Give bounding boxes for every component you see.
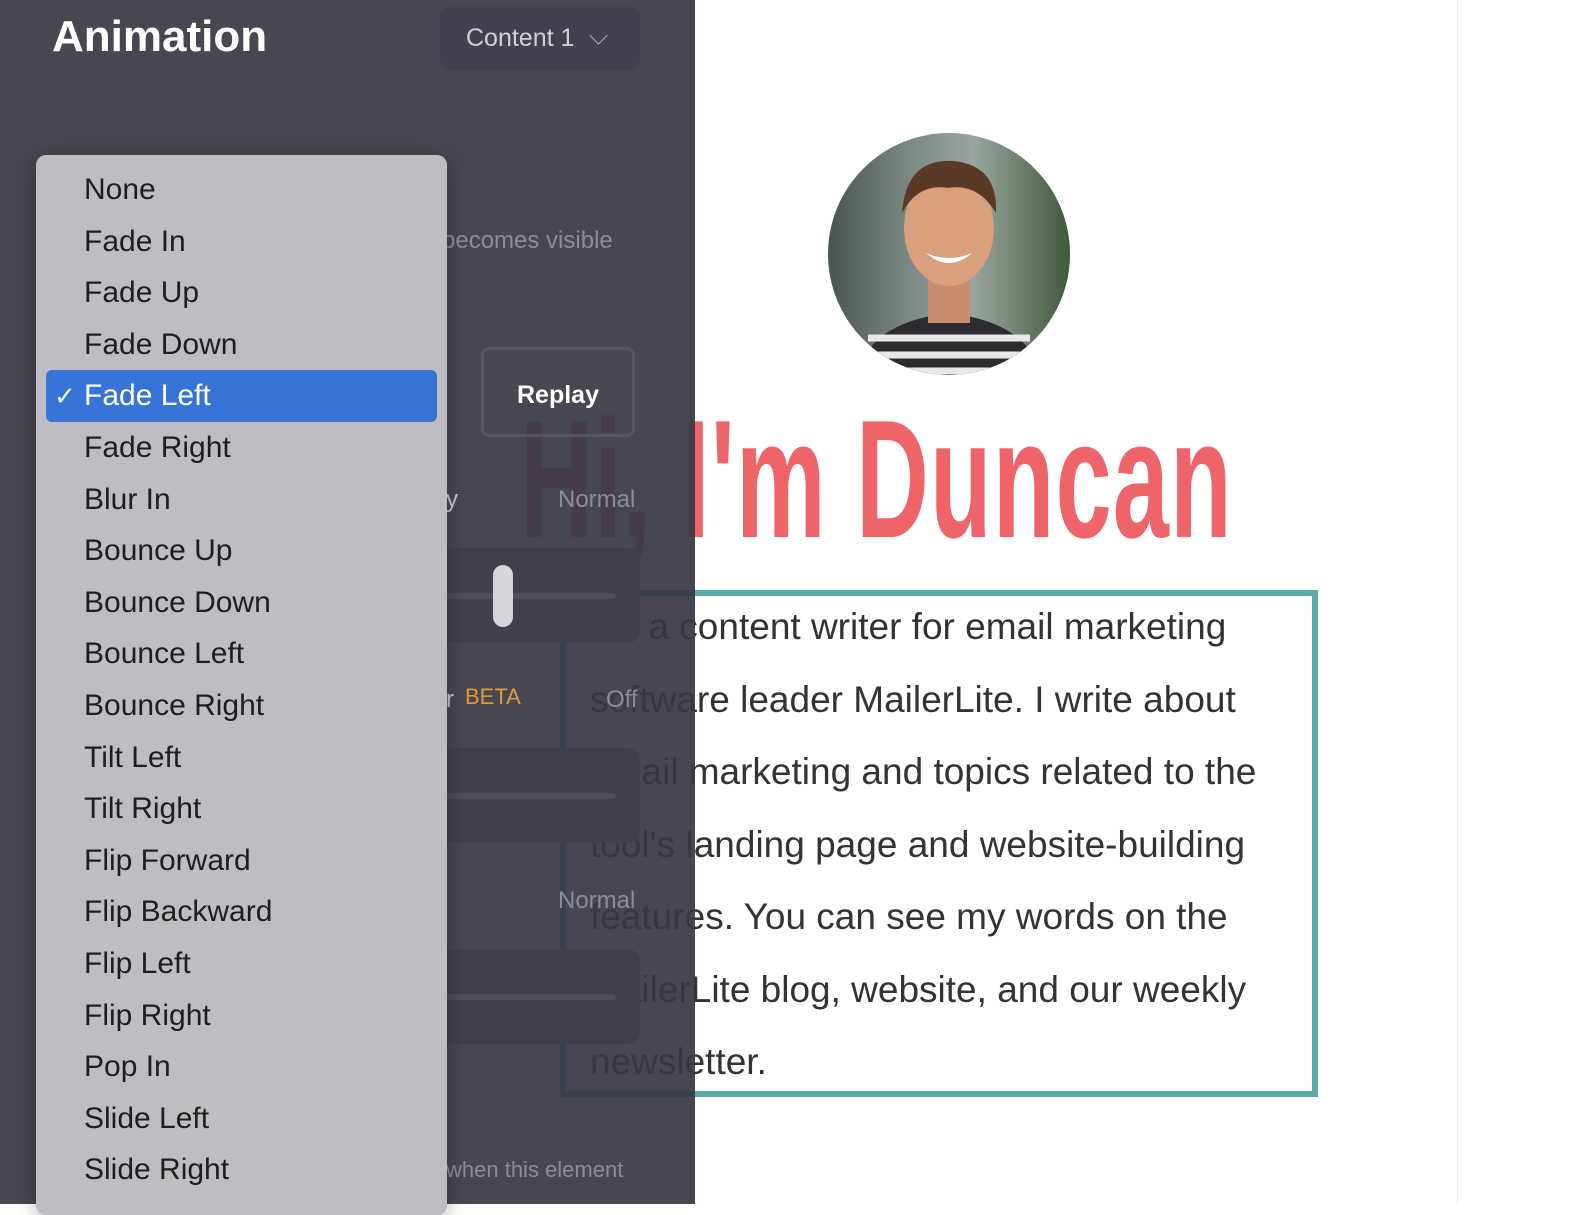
dropdown-option[interactable]: Flip Forward bbox=[46, 835, 437, 887]
dropdown-option-label: Flip Left bbox=[84, 947, 191, 980]
dropdown-option[interactable]: None bbox=[46, 164, 437, 216]
dropdown-option[interactable]: Blur In bbox=[46, 474, 437, 526]
dropdown-option-label: Bounce Right bbox=[84, 689, 265, 722]
dropdown-option-label: None bbox=[84, 173, 156, 206]
chevron-down-icon bbox=[589, 26, 608, 45]
beta-option-label: r bbox=[446, 686, 454, 713]
dropdown-option-label: Bounce Up bbox=[84, 534, 233, 568]
dropdown-option-label: Bounce Down bbox=[84, 585, 271, 619]
slider-track bbox=[440, 793, 616, 799]
dropdown-option-label: Fade Up bbox=[84, 276, 200, 310]
beta-option-value[interactable]: Off bbox=[606, 686, 638, 714]
animation-type-dropdown[interactable]: None Fade In Fade Up Fade Down ✓ Fade Left Fad… bbox=[36, 155, 447, 1215]
beta-slider[interactable] bbox=[440, 748, 640, 843]
dropdown-option[interactable]: Fade Right bbox=[46, 422, 437, 474]
slider-track bbox=[440, 593, 616, 599]
dropdown-option[interactable]: Slide Left bbox=[46, 1093, 437, 1145]
dropdown-option[interactable]: Bounce Right bbox=[46, 680, 437, 732]
dropdown-option-label: Slide Right bbox=[84, 1153, 230, 1187]
speed-slider[interactable] bbox=[440, 949, 640, 1044]
dropdown-option[interactable]: Fade Up bbox=[46, 267, 437, 319]
dropdown-option-label: Slide Left bbox=[84, 1101, 210, 1135]
dropdown-option-label: Tilt Right bbox=[84, 792, 202, 826]
dropdown-option-label: Fade Left bbox=[84, 379, 211, 413]
content-select[interactable]: Content 1 bbox=[440, 7, 640, 70]
dropdown-option-label: Pop In bbox=[84, 1050, 171, 1084]
dropdown-option-label: Flip Right bbox=[84, 998, 211, 1032]
dropdown-option-label: Bounce Left bbox=[84, 637, 245, 671]
dropdown-option[interactable]: Pop In bbox=[46, 1041, 437, 1093]
dropdown-option[interactable]: Slide Right bbox=[46, 1144, 437, 1196]
dropdown-option[interactable]: Bounce Up bbox=[46, 525, 437, 577]
profile-photo[interactable] bbox=[828, 133, 1070, 375]
speed-value: Normal bbox=[558, 887, 636, 914]
checkmark-icon: ✓ bbox=[54, 381, 76, 412]
dropdown-option[interactable]: Fade In bbox=[46, 216, 437, 268]
visibility-hint: becomes visible bbox=[442, 227, 613, 254]
dropdown-option-label: Flip Backward bbox=[84, 895, 273, 929]
dropdown-option-label: Fade In bbox=[84, 224, 186, 258]
dropdown-option-label: Tilt Left bbox=[84, 740, 182, 774]
content-select-value: Content 1 bbox=[466, 24, 575, 52]
dropdown-option[interactable]: Fade Down bbox=[46, 319, 437, 371]
dropdown-option-label: Flip Forward bbox=[84, 843, 251, 877]
dropdown-option[interactable]: Tilt Right bbox=[46, 783, 437, 835]
dropdown-option[interactable]: Flip Left bbox=[46, 938, 437, 990]
dropdown-option[interactable]: Tilt Left bbox=[46, 732, 437, 784]
dropdown-option[interactable]: Flip Right bbox=[46, 990, 437, 1042]
slider-track bbox=[440, 994, 616, 1000]
slider-thumb[interactable] bbox=[493, 565, 513, 627]
canvas-edge-divider bbox=[1457, 0, 1458, 1204]
footer-hint: when this element bbox=[446, 1157, 624, 1182]
dropdown-option[interactable]: ✓ Fade Left bbox=[46, 370, 437, 423]
replay-button[interactable]: Replay bbox=[481, 347, 635, 437]
intensity-label: y bbox=[446, 486, 458, 513]
dropdown-option-label: Fade Right bbox=[84, 431, 231, 464]
dropdown-option[interactable]: Bounce Left bbox=[46, 628, 437, 680]
dropdown-option-label: Blur In bbox=[84, 482, 171, 516]
dropdown-option-label: Fade Down bbox=[84, 327, 238, 361]
dropdown-option[interactable]: Bounce Down bbox=[46, 577, 437, 629]
panel-title: Animation bbox=[52, 12, 268, 61]
intensity-value: Normal bbox=[558, 486, 636, 513]
beta-badge: BETA bbox=[465, 684, 521, 709]
dropdown-option[interactable]: Flip Backward bbox=[46, 886, 437, 938]
intensity-slider[interactable] bbox=[440, 548, 640, 643]
